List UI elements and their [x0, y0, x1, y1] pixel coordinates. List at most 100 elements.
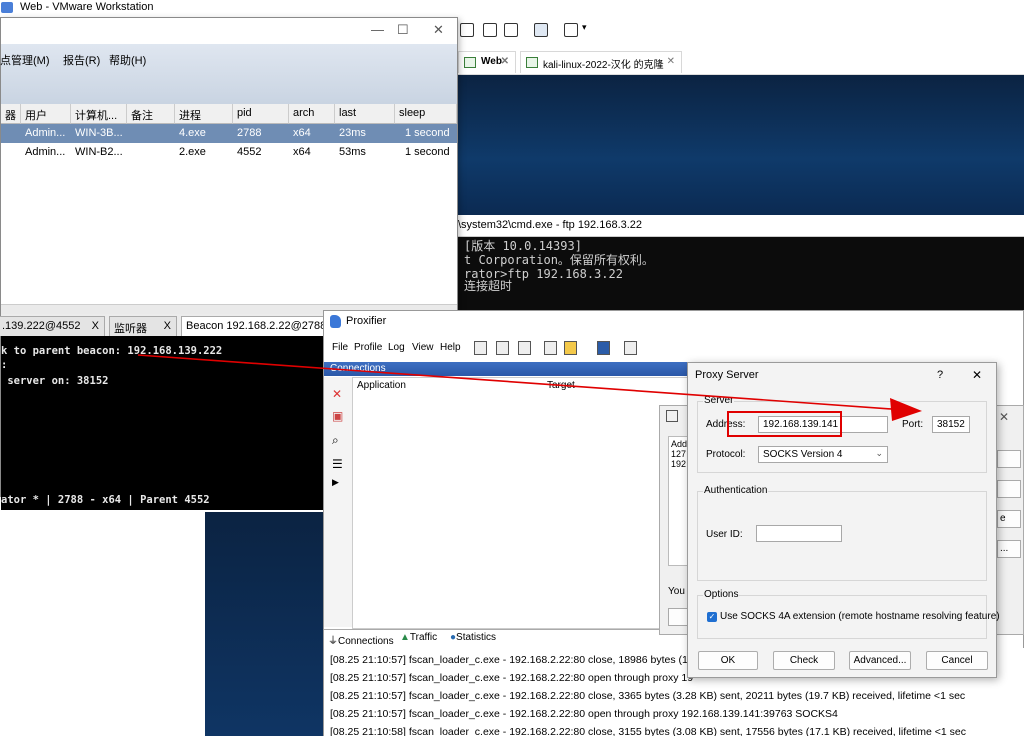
- close-icon[interactable]: X: [92, 320, 99, 332]
- beacon-table: 器 用户 计算机... 备注 进程 pid arch last sleep Ad…: [1, 104, 457, 304]
- table-row[interactable]: Admin... WIN-B2... 2.exe 4552 x64 53ms 1…: [1, 143, 457, 162]
- close-icon[interactable]: ✕: [972, 368, 982, 382]
- cell-last: 23ms: [339, 127, 366, 139]
- close-icon[interactable]: ✕: [433, 22, 444, 38]
- vmware-logo-icon: [1, 2, 13, 13]
- col-header[interactable]: sleep: [395, 104, 457, 124]
- stretch-icon[interactable]: [564, 23, 578, 37]
- edit-button[interactable]: [997, 480, 1021, 498]
- close-icon[interactable]: X: [164, 320, 171, 332]
- col-application[interactable]: Application: [357, 380, 406, 391]
- more-button[interactable]: ...: [997, 540, 1021, 558]
- search-icon[interactable]: ⌕: [332, 433, 339, 448]
- fullscreen-icon[interactable]: [483, 23, 497, 37]
- tab-label: Connections: [338, 636, 394, 647]
- col-target[interactable]: Target: [547, 380, 575, 391]
- close-connection-icon[interactable]: ✕: [332, 387, 342, 401]
- console-view-icon[interactable]: [534, 23, 548, 37]
- col-header[interactable]: 备注: [127, 104, 175, 124]
- vm-icon: [526, 57, 538, 68]
- menu-profile[interactable]: Profile: [354, 342, 382, 353]
- table-row[interactable]: Admin... WIN-3B... 4.exe 2788 x64 23ms 1…: [1, 124, 457, 143]
- save-icon[interactable]: [597, 341, 610, 355]
- menu-help[interactable]: Help: [440, 342, 461, 353]
- log-line: [08.25 21:10:57] fscan_loader_c.exe - 19…: [330, 672, 694, 684]
- fit-window-icon[interactable]: [460, 23, 474, 37]
- menu-log[interactable]: Log: [388, 342, 405, 353]
- col-header[interactable]: pid: [233, 104, 289, 124]
- hint-text: You: [668, 586, 685, 597]
- dialog-title: Proxy Server: [695, 369, 759, 381]
- check-button[interactable]: Check: [773, 651, 835, 670]
- tab-traffic[interactable]: ▲Traffic: [400, 632, 437, 643]
- vmware-tabbar: Web ✕ kali-linux-2022-汉化 的克隆 ✕: [458, 49, 1024, 75]
- tab-connections[interactable]: ⏚Connections: [328, 632, 394, 647]
- group-label: Server: [703, 395, 735, 406]
- col-header[interactable]: 进程: [175, 104, 233, 124]
- proxy-servers-icon[interactable]: [474, 341, 487, 355]
- beacon-status-bar: ator * | 2788 - x64 | Parent 4552: [1, 494, 210, 506]
- minimize-icon[interactable]: —: [371, 22, 384, 37]
- unity-icon[interactable]: [504, 23, 518, 37]
- port-input[interactable]: 38152: [932, 416, 970, 433]
- authentication-group: Authentication User ID:: [697, 485, 987, 581]
- protocol-label: Protocol:: [706, 449, 746, 460]
- dialog-icon: [666, 410, 678, 422]
- connections-icon: ⏚: [328, 636, 338, 647]
- open-folder-icon[interactable]: [564, 341, 577, 355]
- cancel-button[interactable]: Cancel: [926, 651, 988, 670]
- close-icon[interactable]: ✕: [999, 410, 1009, 424]
- remove-button[interactable]: e: [997, 510, 1021, 528]
- annotation-highlight-box: [727, 411, 842, 437]
- connections-header: Connections: [324, 362, 704, 376]
- port-label: Port:: [902, 419, 924, 430]
- tab-statistics[interactable]: ●Statistics: [450, 632, 496, 643]
- clipboard-icon[interactable]: [624, 341, 637, 355]
- kill-icon[interactable]: ▣: [332, 409, 343, 423]
- col-header[interactable]: 用户: [21, 104, 71, 124]
- menu-file[interactable]: File: [332, 342, 348, 353]
- tab-label: Beacon 192.168.2.22@2788: [186, 320, 327, 332]
- menu-help[interactable]: 帮助(H): [109, 52, 146, 68]
- protocol-select[interactable]: SOCKS Version 4 ⌄: [758, 446, 888, 463]
- vmware-toolbar: ▾: [458, 17, 1024, 47]
- userid-input[interactable]: [756, 525, 842, 542]
- cmd-titlebar: \system32\cmd.exe - ftp 192.168.3.22: [458, 215, 1024, 237]
- vm-desktop-lower[interactable]: [205, 512, 325, 736]
- socks4a-checkbox[interactable]: ✓: [707, 612, 717, 622]
- menu-report[interactable]: 报告(R): [63, 52, 100, 68]
- ok-button[interactable]: OK: [698, 651, 758, 670]
- userid-label: User ID:: [706, 529, 743, 540]
- list-icon[interactable]: ☰: [332, 457, 343, 471]
- console-line: k to parent beacon: 192.168.139.222: [1, 345, 223, 357]
- proxification-rules-icon[interactable]: [496, 341, 509, 355]
- cell-pid: 2788: [237, 127, 262, 139]
- dns-icon[interactable]: [518, 341, 531, 355]
- help-icon[interactable]: ?: [937, 369, 943, 381]
- close-icon[interactable]: ✕: [667, 56, 675, 67]
- expand-icon[interactable]: ▶: [332, 477, 339, 488]
- cmd-console[interactable]: [版本 10.0.14393] t Corporation。保留所有权利。 ra…: [458, 237, 1024, 310]
- menu-view[interactable]: View: [412, 342, 434, 353]
- tab-web[interactable]: Web ✕: [458, 51, 516, 73]
- tab-label: .139.222@4552: [2, 320, 81, 332]
- col-header[interactable]: 计算机...: [71, 104, 127, 124]
- chevron-down-icon[interactable]: ▾: [582, 22, 587, 33]
- advanced-icon[interactable]: [544, 341, 557, 355]
- tab-beacon-139[interactable]: .139.222@4552 X: [0, 316, 105, 336]
- menu-sites[interactable]: 占点管理(M): [0, 52, 50, 68]
- maximize-icon[interactable]: ☐: [397, 22, 409, 38]
- tab-kali[interactable]: kali-linux-2022-汉化 的克隆 ✕: [520, 51, 682, 73]
- advanced-button[interactable]: Advanced...: [849, 651, 911, 670]
- vm-desktop[interactable]: [458, 75, 1024, 215]
- add-button[interactable]: [997, 450, 1021, 468]
- tab-listeners[interactable]: 监听器 X: [109, 316, 177, 336]
- col-header[interactable]: last: [335, 104, 395, 124]
- socks4a-label: Use SOCKS 4A extension (remote hostname …: [720, 611, 1000, 622]
- col-header[interactable]: 器: [1, 104, 21, 124]
- connections-list[interactable]: Application Target: [352, 377, 702, 629]
- vm-icon: [464, 57, 476, 68]
- col-header[interactable]: arch: [289, 104, 335, 124]
- close-icon[interactable]: ✕: [501, 56, 509, 67]
- cell-sleep: 1 second: [405, 146, 450, 158]
